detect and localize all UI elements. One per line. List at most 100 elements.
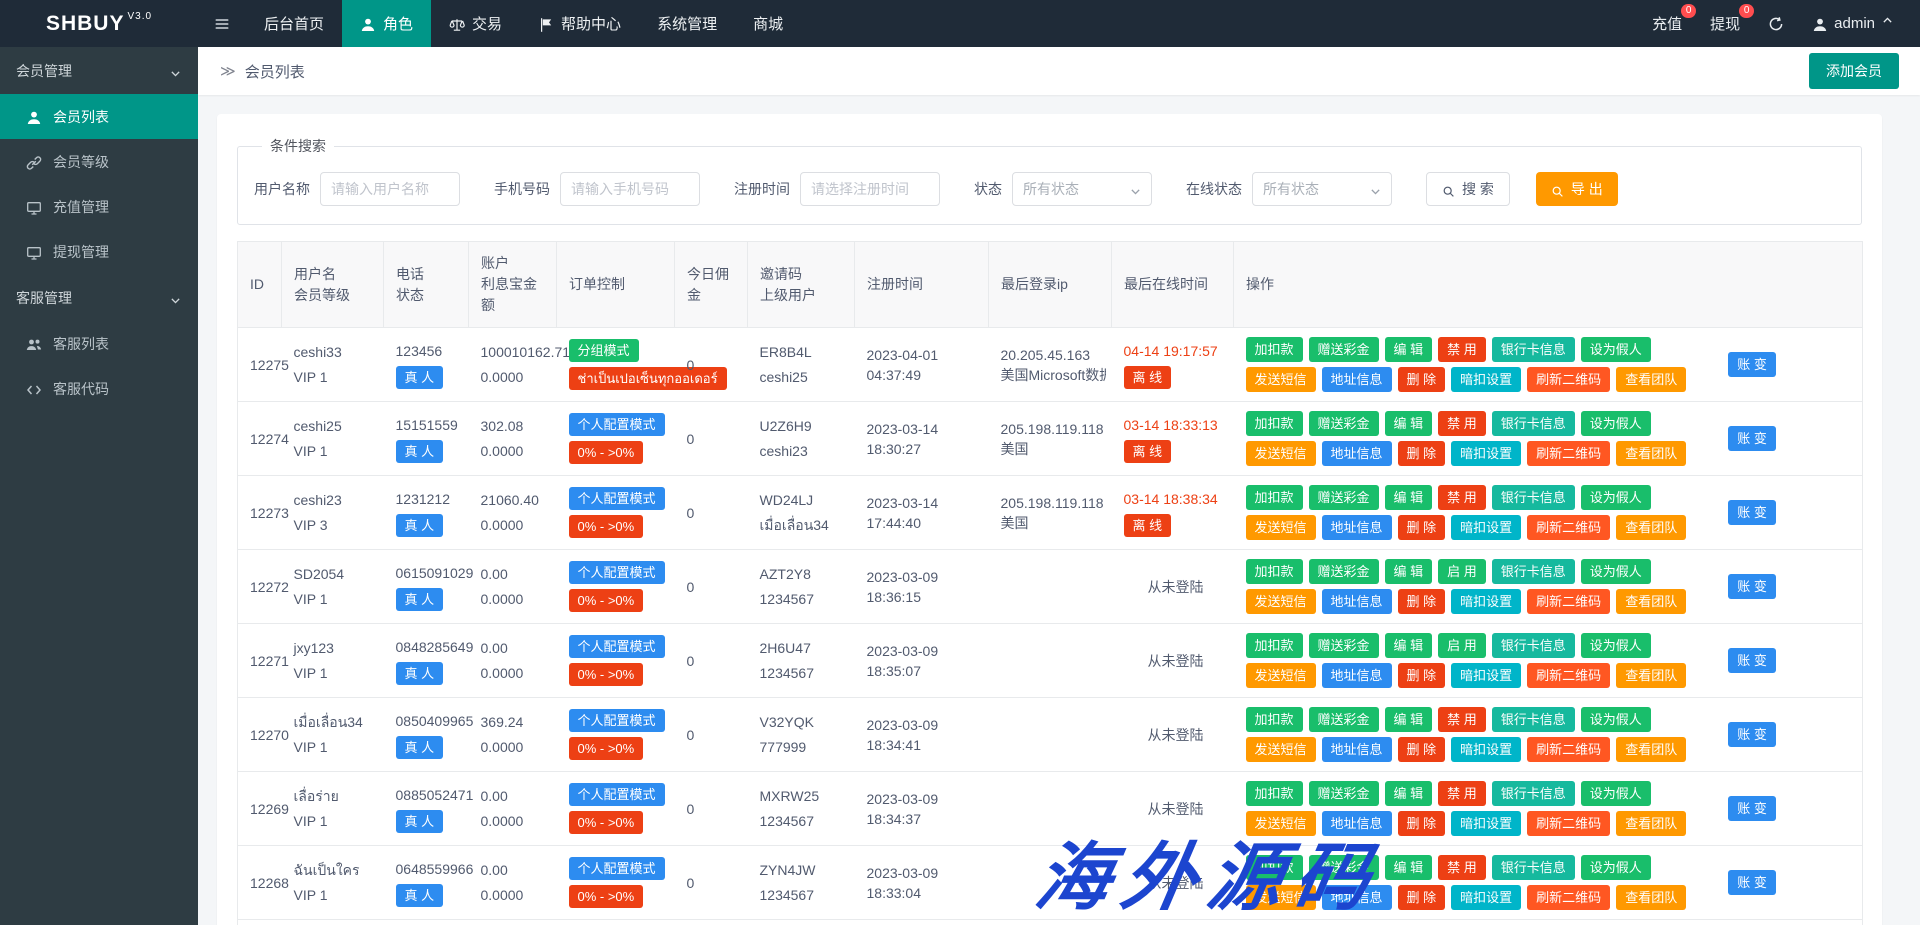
edit-button[interactable]: 编 辑 <box>1385 781 1433 806</box>
online-status-select[interactable]: 所有状态 <box>1252 172 1392 206</box>
delete-button[interactable]: 删 除 <box>1398 663 1446 688</box>
refresh-qr-button[interactable]: 刷新二维码 <box>1527 885 1610 910</box>
refresh-icon[interactable] <box>1768 16 1784 32</box>
gift-bonus-button[interactable]: 赠送彩金 <box>1309 781 1379 806</box>
sidebar-group-member-management[interactable]: 会员管理 <box>0 47 198 94</box>
refresh-qr-button[interactable]: 刷新二维码 <box>1527 367 1610 392</box>
bank-info-button[interactable]: 银行卡信息 <box>1492 633 1575 658</box>
send-sms-button[interactable]: 发送短信 <box>1246 515 1316 540</box>
sidebar-item-member-list[interactable]: 会员列表 <box>0 94 198 139</box>
edit-button[interactable]: 编 辑 <box>1385 633 1433 658</box>
order-rate-badge[interactable]: 0% - >0% <box>569 885 644 908</box>
sidebar-item-service-code[interactable]: 客服代码 <box>0 366 198 411</box>
hidden-deduct-button[interactable]: 暗扣设置 <box>1451 885 1521 910</box>
hidden-deduct-button[interactable]: 暗扣设置 <box>1451 663 1521 688</box>
order-mode-badge[interactable]: 个人配置模式 <box>569 635 665 658</box>
nav-item-system[interactable]: 系统管理 <box>639 0 735 47</box>
order-rate-badge[interactable]: 0% - >0% <box>569 589 644 612</box>
edit-button[interactable]: 编 辑 <box>1385 485 1433 510</box>
bank-info-button[interactable]: 银行卡信息 <box>1492 781 1575 806</box>
delete-button[interactable]: 删 除 <box>1398 367 1446 392</box>
address-info-button[interactable]: 地址信息 <box>1322 663 1392 688</box>
add-member-button[interactable]: 添加会员 <box>1809 53 1899 89</box>
account-change-button[interactable]: 账 变 <box>1728 870 1776 895</box>
delete-button[interactable]: 删 除 <box>1398 811 1446 836</box>
set-fake-button[interactable]: 设为假人 <box>1581 559 1651 584</box>
account-change-button[interactable]: 账 变 <box>1728 500 1776 525</box>
regtime-input[interactable] <box>800 172 940 206</box>
address-info-button[interactable]: 地址信息 <box>1322 367 1392 392</box>
edit-button[interactable]: 编 辑 <box>1385 707 1433 732</box>
toggle-status-button[interactable]: 禁 用 <box>1438 411 1486 436</box>
toggle-status-button[interactable]: 禁 用 <box>1438 337 1486 362</box>
search-button[interactable]: 搜 索 <box>1426 172 1510 206</box>
add-deduct-button[interactable]: 加扣款 <box>1246 411 1303 436</box>
sidebar-item-withdraw-management[interactable]: 提现管理 <box>0 229 198 274</box>
toggle-status-button[interactable]: 禁 用 <box>1438 707 1486 732</box>
view-team-button[interactable]: 查看团队 <box>1616 515 1686 540</box>
address-info-button[interactable]: 地址信息 <box>1322 589 1392 614</box>
delete-button[interactable]: 删 除 <box>1398 441 1446 466</box>
send-sms-button[interactable]: 发送短信 <box>1246 367 1316 392</box>
hidden-deduct-button[interactable]: 暗扣设置 <box>1451 811 1521 836</box>
account-change-button[interactable]: 账 变 <box>1728 796 1776 821</box>
recharge-link[interactable]: 充值 0 <box>1652 13 1682 34</box>
status-select[interactable]: 所有状态 <box>1012 172 1152 206</box>
address-info-button[interactable]: 地址信息 <box>1322 885 1392 910</box>
set-fake-button[interactable]: 设为假人 <box>1581 633 1651 658</box>
gift-bonus-button[interactable]: 赠送彩金 <box>1309 633 1379 658</box>
nav-item-mall[interactable]: 商城 <box>735 0 801 47</box>
toggle-status-button[interactable]: 禁 用 <box>1438 485 1486 510</box>
order-mode-badge[interactable]: 个人配置模式 <box>569 709 665 732</box>
refresh-qr-button[interactable]: 刷新二维码 <box>1527 589 1610 614</box>
edit-button[interactable]: 编 辑 <box>1385 411 1433 436</box>
sidebar-item-service-list[interactable]: 客服列表 <box>0 321 198 366</box>
account-change-button[interactable]: 账 变 <box>1728 352 1776 377</box>
nav-item-dashboard[interactable]: 后台首页 <box>246 0 342 47</box>
refresh-qr-button[interactable]: 刷新二维码 <box>1527 811 1610 836</box>
bank-info-button[interactable]: 银行卡信息 <box>1492 411 1575 436</box>
account-change-button[interactable]: 账 变 <box>1728 574 1776 599</box>
hidden-deduct-button[interactable]: 暗扣设置 <box>1451 589 1521 614</box>
set-fake-button[interactable]: 设为假人 <box>1581 855 1651 880</box>
view-team-button[interactable]: 查看团队 <box>1616 811 1686 836</box>
gift-bonus-button[interactable]: 赠送彩金 <box>1309 337 1379 362</box>
delete-button[interactable]: 删 除 <box>1398 737 1446 762</box>
view-team-button[interactable]: 查看团队 <box>1616 663 1686 688</box>
order-mode-badge[interactable]: 个人配置模式 <box>569 487 665 510</box>
order-rate-badge[interactable]: 0% - >0% <box>569 515 644 538</box>
delete-button[interactable]: 删 除 <box>1398 589 1446 614</box>
export-button[interactable]: 导 出 <box>1536 172 1618 206</box>
address-info-button[interactable]: 地址信息 <box>1322 811 1392 836</box>
add-deduct-button[interactable]: 加扣款 <box>1246 485 1303 510</box>
bank-info-button[interactable]: 银行卡信息 <box>1492 707 1575 732</box>
set-fake-button[interactable]: 设为假人 <box>1581 485 1651 510</box>
send-sms-button[interactable]: 发送短信 <box>1246 811 1316 836</box>
refresh-qr-button[interactable]: 刷新二维码 <box>1527 441 1610 466</box>
bank-info-button[interactable]: 银行卡信息 <box>1492 559 1575 584</box>
add-deduct-button[interactable]: 加扣款 <box>1246 781 1303 806</box>
bank-info-button[interactable]: 银行卡信息 <box>1492 337 1575 362</box>
view-team-button[interactable]: 查看团队 <box>1616 885 1686 910</box>
bank-info-button[interactable]: 银行卡信息 <box>1492 855 1575 880</box>
bank-info-button[interactable]: 银行卡信息 <box>1492 485 1575 510</box>
set-fake-button[interactable]: 设为假人 <box>1581 707 1651 732</box>
toggle-status-button[interactable]: 启 用 <box>1438 559 1486 584</box>
hidden-deduct-button[interactable]: 暗扣设置 <box>1451 367 1521 392</box>
nav-item-roles[interactable]: 角色 <box>342 0 431 47</box>
view-team-button[interactable]: 查看团队 <box>1616 737 1686 762</box>
order-rate-badge[interactable]: 0% - >0% <box>569 811 644 834</box>
refresh-qr-button[interactable]: 刷新二维码 <box>1527 515 1610 540</box>
hidden-deduct-button[interactable]: 暗扣设置 <box>1451 515 1521 540</box>
add-deduct-button[interactable]: 加扣款 <box>1246 559 1303 584</box>
account-change-button[interactable]: 账 变 <box>1728 426 1776 451</box>
sidebar-item-member-level[interactable]: 会员等级 <box>0 139 198 184</box>
set-fake-button[interactable]: 设为假人 <box>1581 781 1651 806</box>
username-input[interactable] <box>320 172 460 206</box>
send-sms-button[interactable]: 发送短信 <box>1246 885 1316 910</box>
order-mode-badge[interactable]: 个人配置模式 <box>569 413 665 436</box>
delete-button[interactable]: 删 除 <box>1398 515 1446 540</box>
hidden-deduct-button[interactable]: 暗扣设置 <box>1451 441 1521 466</box>
phone-input[interactable] <box>560 172 700 206</box>
hidden-deduct-button[interactable]: 暗扣设置 <box>1451 737 1521 762</box>
